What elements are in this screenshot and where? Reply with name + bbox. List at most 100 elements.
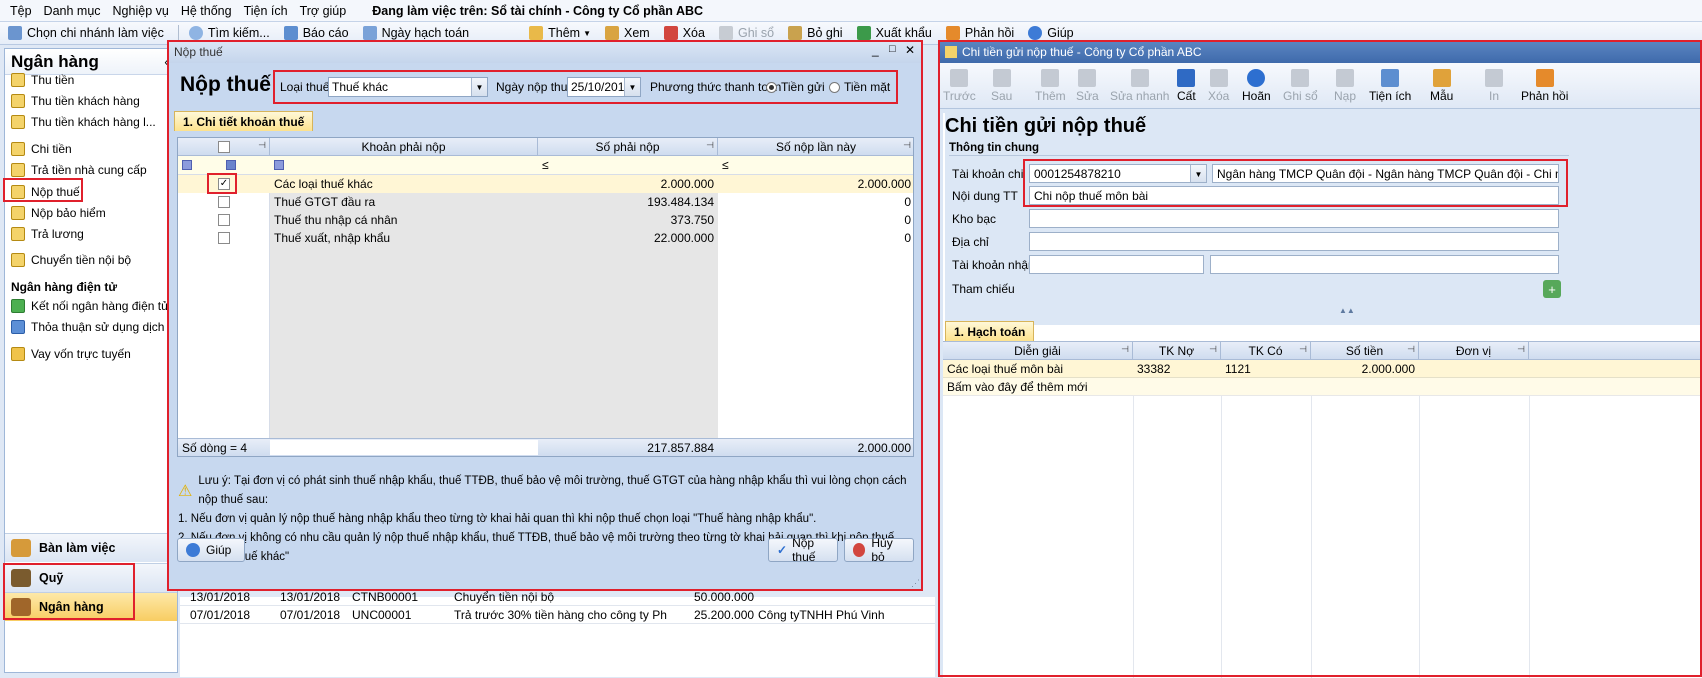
nav-item-salary[interactable]: Trả lương bbox=[11, 227, 84, 241]
help-dialog-button[interactable]: Giúp bbox=[177, 538, 245, 562]
print-button[interactable]: In bbox=[1485, 69, 1503, 103]
header-unit[interactable]: Đơn vị ⊣ bbox=[1419, 342, 1529, 360]
nav-item-ebank-connect[interactable]: Kết nối ngân hàng điện tử bbox=[11, 299, 169, 313]
account-select[interactable]: 0001254878210 ▼ bbox=[1029, 164, 1207, 183]
header-item[interactable]: Khoản phải nộp bbox=[270, 138, 538, 156]
nav-bank[interactable]: Ngân hàng bbox=[5, 592, 177, 621]
minimize-icon[interactable]: _ bbox=[872, 43, 879, 57]
menu-file[interactable]: Tệp bbox=[10, 4, 32, 18]
row-checkbox[interactable]: ✓ bbox=[218, 178, 230, 190]
nav-item-payment[interactable]: Chi tiền bbox=[11, 142, 72, 156]
post-button[interactable]: Ghi sổ bbox=[718, 26, 774, 40]
radio-bank[interactable]: Tiền gửi bbox=[766, 80, 825, 94]
view-button[interactable]: Xem bbox=[605, 26, 650, 40]
collapse-up-icon[interactable]: ▲▲ bbox=[1339, 306, 1355, 315]
report-button[interactable]: Báo cáo bbox=[283, 26, 349, 40]
treasury-field[interactable] bbox=[1029, 209, 1559, 228]
content-field[interactable]: Chi nộp thuế môn bài bbox=[1029, 186, 1559, 205]
row-checkbox[interactable] bbox=[218, 214, 230, 226]
add-reference-icon[interactable]: + bbox=[1543, 280, 1561, 298]
header-amount[interactable]: Số tiền ⊣ bbox=[1311, 342, 1419, 360]
nav-item-customer-receipt[interactable]: Thu tiền khách hàng bbox=[11, 94, 140, 108]
menu-operations[interactable]: Nghiệp vụ bbox=[113, 4, 169, 18]
feedback-voucher-button[interactable]: Phản hồi bbox=[1521, 69, 1568, 103]
menu-system[interactable]: Hệ thống bbox=[181, 4, 232, 18]
address-field[interactable] bbox=[1029, 232, 1559, 251]
tab-accounting[interactable]: 1. Hạch toán bbox=[945, 321, 1035, 341]
next-button[interactable]: Sau bbox=[991, 69, 1012, 103]
help-button[interactable]: Giúp bbox=[1028, 26, 1074, 40]
table-row[interactable]: Thuế thu nhập cá nhân 373.750 0 bbox=[178, 211, 913, 229]
unpost-button[interactable]: Bỏ ghi bbox=[788, 26, 843, 40]
pay-amount[interactable]: 0 bbox=[718, 193, 913, 211]
pay-amount[interactable]: 0 bbox=[718, 211, 913, 229]
resize-grip-icon[interactable]: ⋰ bbox=[911, 578, 920, 589]
table-row[interactable]: 07/01/2018 07/01/2018 UNC00001 Trả trước… bbox=[180, 606, 935, 624]
row-checkbox[interactable] bbox=[218, 232, 230, 244]
nav-desk[interactable]: Bàn làm việc bbox=[5, 533, 177, 562]
table-row[interactable]: Thuế GTGT đầu ra 193.484.134 0 bbox=[178, 193, 913, 211]
pay-amount[interactable]: 2.000.000 bbox=[718, 175, 913, 193]
tab-tax-detail[interactable]: 1. Chi tiết khoản thuế bbox=[174, 111, 314, 131]
header-select[interactable]: ⊣ bbox=[178, 138, 270, 156]
accounting-date-button[interactable]: Ngày hạch toán bbox=[362, 26, 469, 40]
utilities-button[interactable]: Tiện ích bbox=[1369, 69, 1411, 103]
filter-icon[interactable] bbox=[274, 160, 284, 170]
post-voucher-button[interactable]: Ghi sổ bbox=[1283, 69, 1318, 103]
panel-header: Ngân hàng« bbox=[5, 49, 177, 75]
recv-account-field[interactable] bbox=[1029, 255, 1204, 274]
nav-cash[interactable]: Quỹ bbox=[5, 563, 177, 592]
nav-item-customer-receipt-more[interactable]: Thu tiền khách hàng l... bbox=[11, 115, 156, 129]
header-pay[interactable]: Số nộp lần này ⊣ bbox=[718, 138, 913, 156]
close-icon[interactable]: ✕ bbox=[905, 43, 915, 57]
nav-item-internal-transfer[interactable]: Chuyển tiền nội bộ bbox=[11, 253, 131, 267]
nav-item-receipt[interactable]: Thu tiền bbox=[11, 73, 74, 87]
cancel-button[interactable]: Hủy bỏ bbox=[844, 536, 914, 564]
filter-le-icon[interactable]: ≤ bbox=[542, 158, 549, 172]
menu-catalog[interactable]: Danh mục bbox=[44, 4, 101, 18]
table-row[interactable]: Các loại thuế môn bài 33382 1121 2.000.0… bbox=[943, 360, 1702, 378]
nav-item-pay-supplier[interactable]: Trả tiền nhà cung cấp bbox=[11, 163, 147, 177]
filter-le-icon[interactable]: ≤ bbox=[722, 158, 729, 172]
header-debit[interactable]: TK Nợ ⊣ bbox=[1133, 342, 1221, 360]
row-checkbox[interactable] bbox=[218, 196, 230, 208]
header-due[interactable]: Số phải nộp ⊣ bbox=[538, 138, 718, 156]
delete-button[interactable]: Xóa bbox=[663, 26, 705, 40]
radio-cash[interactable]: Tiền mặt bbox=[829, 80, 890, 94]
nav-item-pay-tax[interactable]: Nộp thuế bbox=[11, 185, 80, 199]
quick-edit-button[interactable]: Sửa nhanh bbox=[1110, 69, 1169, 103]
add-button[interactable]: Thêm ▼ bbox=[529, 26, 591, 40]
load-button[interactable]: Nạp bbox=[1334, 69, 1356, 103]
date-picker[interactable]: 25/10/2019 ▼ bbox=[567, 77, 641, 97]
template-button[interactable]: Mẫu bbox=[1430, 69, 1453, 103]
prev-button[interactable]: Trước bbox=[943, 69, 976, 103]
save-button[interactable]: Cất bbox=[1177, 69, 1196, 103]
edit-button[interactable]: Sửa bbox=[1076, 69, 1099, 103]
menu-help[interactable]: Trợ giúp bbox=[300, 4, 347, 18]
maximize-icon[interactable]: □ bbox=[889, 43, 896, 55]
bank-name-field[interactable]: Ngân hàng TMCP Quân đội - Ngân hàng TMCP… bbox=[1212, 164, 1559, 183]
branch-button[interactable]: Chọn chi nhánh làm việc bbox=[8, 26, 164, 40]
table-row[interactable]: ✓ Các loại thuế khác 2.000.000 2.000.000 bbox=[178, 175, 913, 193]
tax-type-select[interactable]: Thuế khác ▼ bbox=[328, 77, 488, 97]
add-voucher-button[interactable]: Thêm bbox=[1035, 69, 1066, 103]
pay-tax-button[interactable]: ✓ Nộp thuế bbox=[768, 536, 838, 564]
nav-item-online-loan[interactable]: Vay vốn trực tuyến bbox=[11, 347, 131, 361]
recv-bank-field[interactable] bbox=[1210, 255, 1559, 274]
undo-button[interactable]: Hoãn bbox=[1242, 69, 1271, 103]
filter-icon[interactable] bbox=[226, 160, 236, 170]
pay-amount[interactable]: 0 bbox=[718, 229, 913, 247]
add-row[interactable]: Bấm vào đây để thêm mới bbox=[943, 378, 1702, 396]
search-button[interactable]: Tìm kiếm... bbox=[188, 26, 270, 40]
select-all-checkbox[interactable] bbox=[217, 140, 230, 153]
table-row[interactable]: Thuế xuất, nhập khẩu 22.000.000 0 bbox=[178, 229, 913, 247]
nav-item-service-agreement[interactable]: Thỏa thuận sử dụng dịch vụ bbox=[11, 320, 180, 334]
menu-utilities[interactable]: Tiện ích bbox=[244, 4, 288, 18]
header-credit[interactable]: TK Có ⊣ bbox=[1221, 342, 1311, 360]
header-desc[interactable]: Diễn giải ⊣ bbox=[943, 342, 1133, 360]
filter-icon[interactable] bbox=[182, 160, 192, 170]
nav-item-insurance[interactable]: Nộp bảo hiểm bbox=[11, 206, 106, 220]
delete-voucher-button[interactable]: Xóa bbox=[1208, 69, 1229, 103]
export-button[interactable]: Xuất khẩu bbox=[856, 26, 932, 40]
feedback-button[interactable]: Phản hồi bbox=[945, 26, 1014, 40]
